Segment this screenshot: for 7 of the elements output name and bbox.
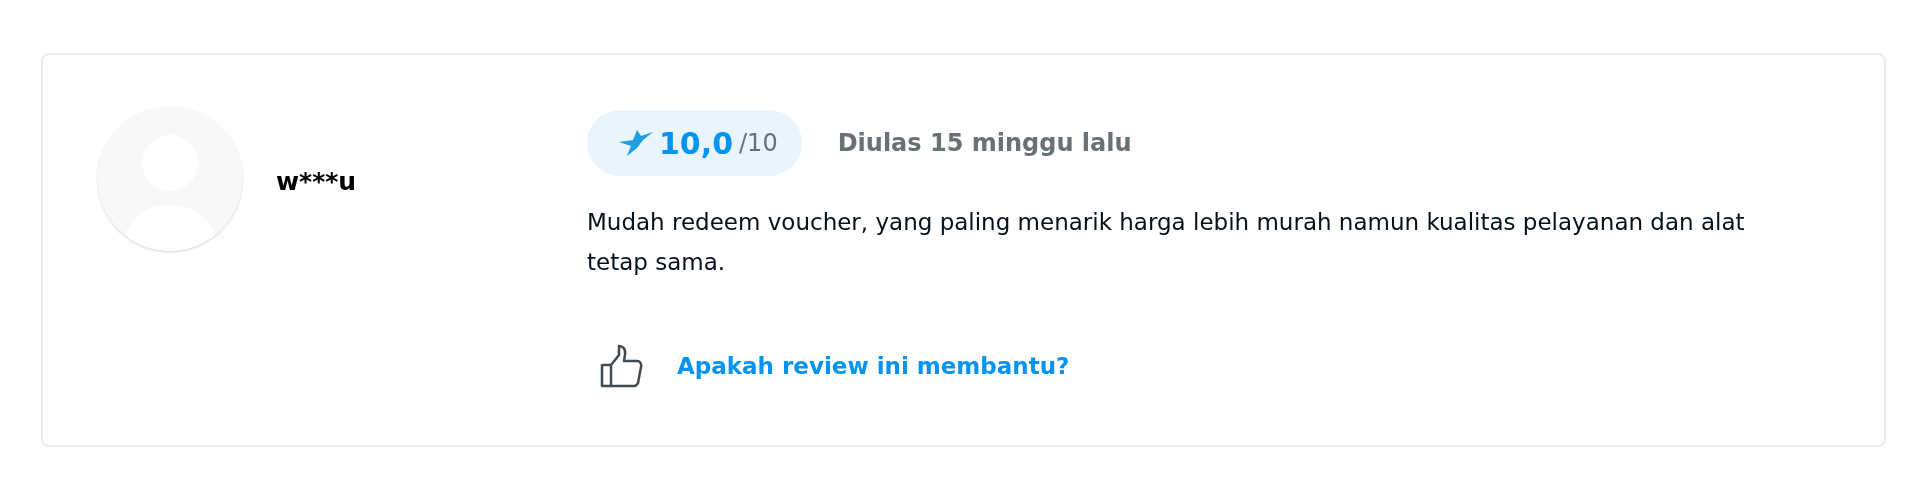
thumbs-up-icon[interactable]: [599, 343, 645, 389]
rating-score: 10,0: [659, 125, 734, 161]
helpful-link[interactable]: Apakah review ini membantu?: [677, 353, 1070, 379]
rating-max: /10: [739, 129, 778, 157]
review-text: Mudah redeem voucher, yang paling menarik harga lebih murah namun kualitas pelayanan dan alat tetap sama.: [587, 208, 1746, 277]
review-date: Diulas 15 minggu lalu: [837, 129, 1132, 157]
reviewer-name: w***u: [276, 167, 357, 196]
